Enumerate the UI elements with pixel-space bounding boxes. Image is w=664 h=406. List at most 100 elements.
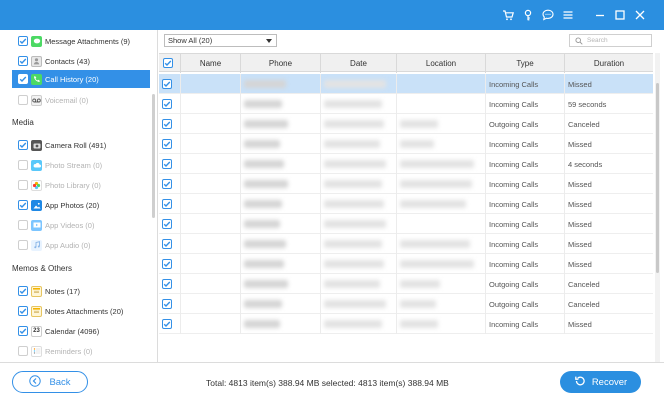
- sidebar-item-label: Reminders (0): [45, 346, 93, 356]
- table-row[interactable]: Incoming Calls Missed: [159, 254, 653, 274]
- close-icon[interactable]: [632, 6, 648, 24]
- row-checkbox[interactable]: [162, 239, 172, 249]
- checkbox-checked[interactable]: [18, 56, 28, 66]
- cell-location: [396, 174, 485, 194]
- redacted-date: [324, 240, 382, 248]
- scrollbar-thumb[interactable]: [656, 83, 659, 273]
- table-row[interactable]: Incoming Calls Missed: [159, 214, 653, 234]
- table-row[interactable]: Incoming Calls 59 seconds: [159, 94, 653, 114]
- table-row[interactable]: Outgoing Calls Canceled: [159, 274, 653, 294]
- footer-bar: Back Total: 4813 item(s) 388.94 MB selec…: [0, 362, 664, 406]
- cell-location: [396, 74, 485, 94]
- checkbox-checked[interactable]: [18, 286, 28, 296]
- row-checkbox[interactable]: [162, 159, 172, 169]
- redacted-phone: [244, 140, 280, 148]
- sidebar-scrollbar[interactable]: [152, 94, 155, 218]
- table-row[interactable]: Incoming Calls 4 seconds: [159, 154, 653, 174]
- checkbox-unchecked[interactable]: [18, 240, 28, 250]
- menu-icon[interactable]: [560, 6, 576, 24]
- cell-duration: 59 seconds: [564, 94, 653, 114]
- row-checkbox[interactable]: [162, 79, 172, 89]
- redacted-date: [324, 200, 384, 208]
- column-header-phone[interactable]: Phone: [240, 54, 320, 73]
- back-button[interactable]: Back: [12, 371, 88, 393]
- table-row[interactable]: Incoming Calls Missed: [159, 234, 653, 254]
- cell-date: [320, 114, 396, 134]
- row-checkbox[interactable]: [162, 299, 172, 309]
- filter-dropdown[interactable]: Show All (20): [164, 34, 277, 47]
- checkbox-unchecked[interactable]: [18, 220, 28, 230]
- cell-location: [396, 294, 485, 314]
- row-checkbox[interactable]: [162, 279, 172, 289]
- sidebar-item-notes[interactable]: Notes (17): [18, 282, 80, 300]
- column-header-duration[interactable]: Duration: [564, 54, 653, 73]
- sidebar-item-app-audio[interactable]: App Audio (0): [18, 236, 90, 254]
- column-header-name[interactable]: Name: [180, 54, 240, 73]
- cell-duration: Canceled: [564, 274, 653, 294]
- table-row[interactable]: Incoming Calls Missed: [159, 194, 653, 214]
- checkbox-checked[interactable]: [18, 74, 28, 84]
- checkbox-checked[interactable]: [18, 140, 28, 150]
- checkbox-unchecked[interactable]: [18, 95, 28, 105]
- row-checkbox[interactable]: [162, 219, 172, 229]
- table-row[interactable]: Outgoing Calls Canceled: [159, 114, 653, 134]
- sidebar-item-calendar[interactable]: 23 Calendar (4096): [18, 322, 99, 340]
- sidebar-item-label: Message Attachments (9): [45, 36, 131, 46]
- search-input[interactable]: Search: [569, 34, 652, 47]
- row-checkbox[interactable]: [162, 139, 172, 149]
- cell-date: [320, 174, 396, 194]
- cell-type: Incoming Calls: [485, 154, 564, 174]
- key-icon[interactable]: [520, 6, 536, 24]
- row-checkbox[interactable]: [162, 319, 172, 329]
- cell-location: [396, 234, 485, 254]
- row-checkbox[interactable]: [162, 99, 172, 109]
- checkbox-unchecked[interactable]: [18, 160, 28, 170]
- maximize-icon[interactable]: [612, 6, 628, 24]
- message-icon: [31, 35, 42, 47]
- table-row[interactable]: Incoming Calls Missed: [159, 314, 653, 334]
- sidebar-item-contacts[interactable]: Contacts (43): [18, 52, 90, 70]
- row-checkbox[interactable]: [162, 179, 172, 189]
- row-checkbox[interactable]: [162, 259, 172, 269]
- cart-icon[interactable]: [500, 6, 516, 24]
- column-header-date[interactable]: Date: [320, 54, 396, 73]
- sidebar-item-camera-roll[interactable]: Camera Roll (491): [18, 136, 106, 154]
- column-header-location[interactable]: Location: [396, 54, 485, 73]
- sidebar-item-label: Photo Stream (0): [45, 160, 103, 170]
- sidebar-item-notes-attachments[interactable]: Notes Attachments (20): [18, 302, 123, 320]
- redacted-phone: [244, 220, 280, 228]
- select-all-checkbox[interactable]: [163, 58, 173, 68]
- chat-icon[interactable]: [540, 6, 556, 24]
- checkbox-checked[interactable]: [18, 36, 28, 46]
- cell-name: [180, 234, 240, 254]
- sidebar-item-call-history[interactable]: Call History (20): [12, 70, 150, 88]
- checkbox-unchecked[interactable]: [18, 180, 28, 190]
- table-row[interactable]: Incoming Calls Missed: [159, 174, 653, 194]
- table-row[interactable]: Outgoing Calls Canceled: [159, 294, 653, 314]
- recover-button[interactable]: Recover: [560, 371, 641, 393]
- sidebar-item-app-photos[interactable]: App Photos (20): [18, 196, 99, 214]
- table-row[interactable]: Incoming Calls Missed: [159, 134, 653, 154]
- checkbox-checked[interactable]: [18, 326, 28, 336]
- section-title-media: Media: [12, 118, 34, 127]
- minimize-icon[interactable]: [592, 6, 608, 24]
- recover-icon: [574, 375, 586, 390]
- table-row[interactable]: Incoming Calls Missed: [159, 74, 653, 94]
- redacted-date: [324, 160, 386, 168]
- cell-name: [180, 314, 240, 334]
- sidebar-item-photo-stream[interactable]: Photo Stream (0): [18, 156, 102, 174]
- sidebar-item-app-videos[interactable]: App Videos (0): [18, 216, 94, 234]
- row-checkbox[interactable]: [162, 119, 172, 129]
- column-header-type[interactable]: Type: [485, 54, 564, 73]
- sidebar-item-reminders[interactable]: Reminders (0): [18, 342, 93, 360]
- sidebar-item-message-attachments[interactable]: Message Attachments (9): [18, 32, 130, 50]
- redacted-phone: [244, 160, 284, 168]
- checkbox-checked[interactable]: [18, 306, 28, 316]
- main-panel: Show All (20) Search Name Phone Date Loc…: [159, 30, 664, 362]
- table-scrollbar[interactable]: [655, 53, 660, 362]
- row-checkbox[interactable]: [162, 199, 172, 209]
- checkbox-checked[interactable]: [18, 200, 28, 210]
- checkbox-unchecked[interactable]: [18, 346, 28, 356]
- sidebar-item-voicemail[interactable]: Voicemail (0): [18, 91, 88, 109]
- sidebar-item-photo-library[interactable]: Photo Library (0): [18, 176, 101, 194]
